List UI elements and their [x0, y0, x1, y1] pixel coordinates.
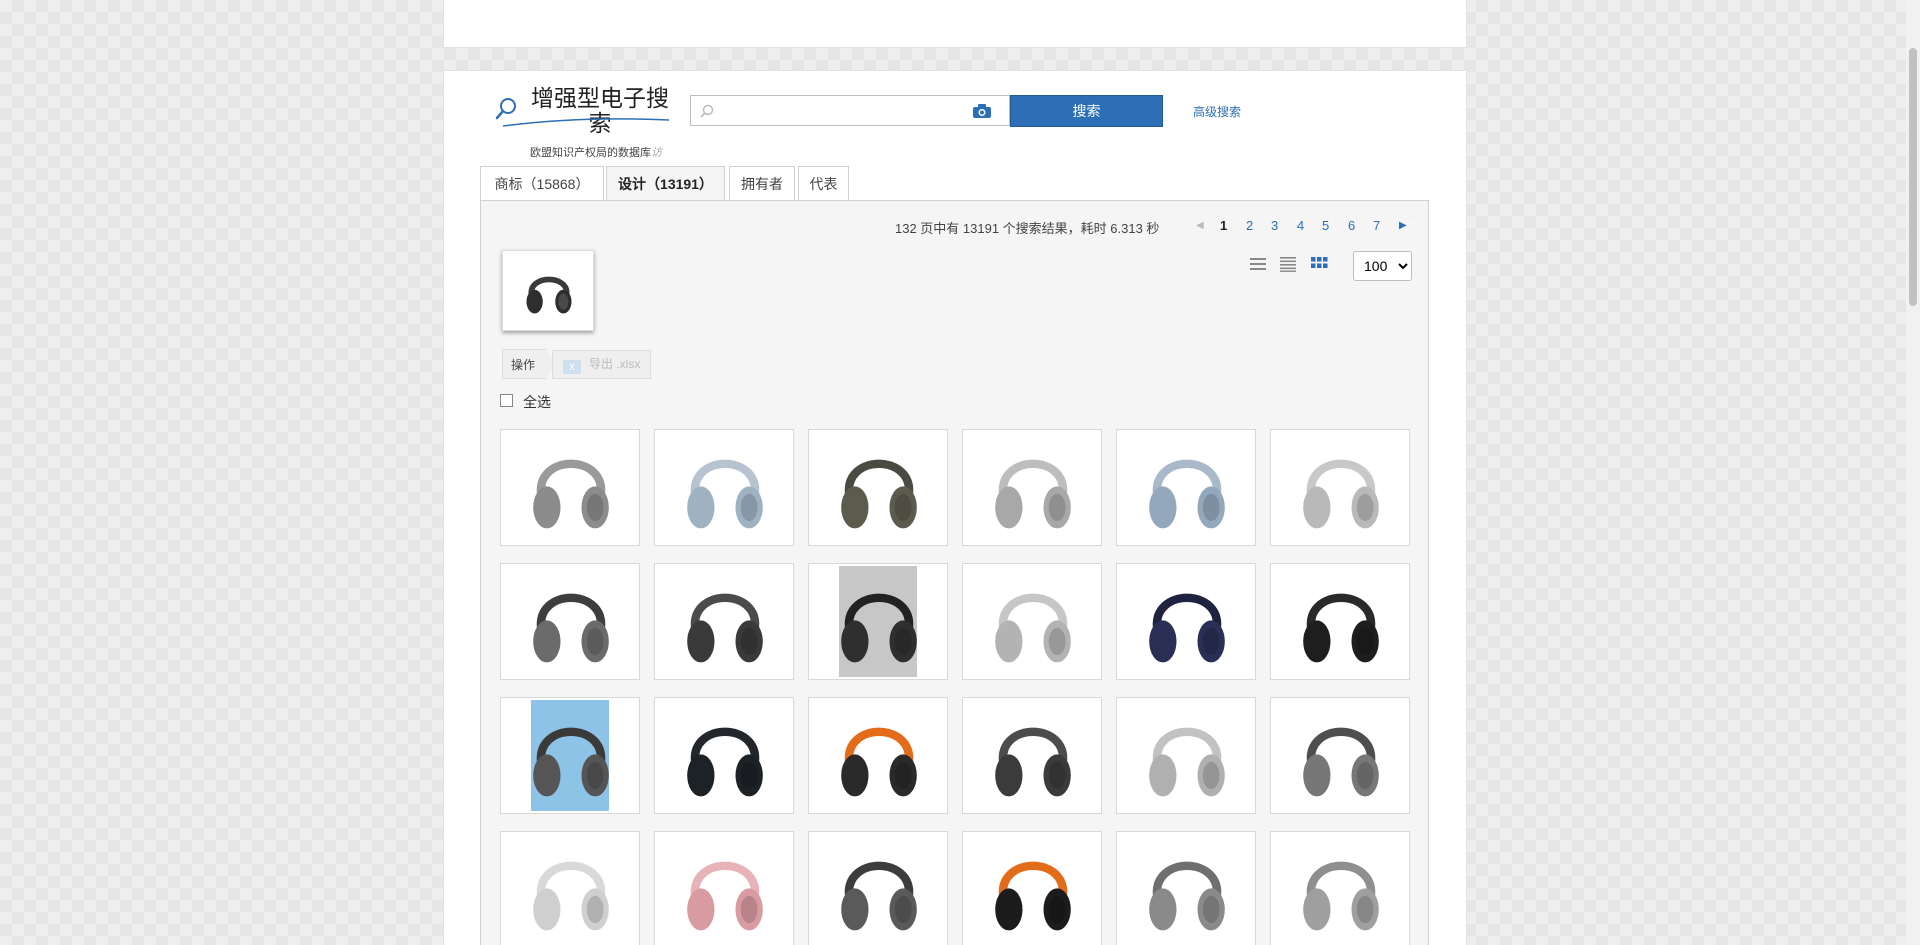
query-image-thumbnail[interactable] [502, 250, 594, 331]
result-thumbnail[interactable] [1116, 831, 1256, 945]
result-thumbnail[interactable] [962, 697, 1102, 814]
result-thumbnail[interactable] [654, 831, 794, 945]
select-all-checkbox[interactable] [500, 394, 513, 407]
scrollbar[interactable] [1906, 0, 1920, 945]
headphones-image [1149, 727, 1225, 797]
result-thumbnail[interactable] [654, 429, 794, 546]
result-thumbnail[interactable] [500, 563, 640, 680]
result-thumbnail[interactable] [808, 563, 948, 680]
headphones-image [533, 861, 609, 931]
results-grid [500, 429, 1410, 945]
page-link-2[interactable]: 2 [1246, 218, 1253, 233]
excel-icon: X [563, 360, 581, 374]
search-box[interactable] [690, 95, 1010, 126]
search-icon [700, 104, 714, 118]
headphones-image [995, 459, 1071, 529]
tab-trademarks[interactable]: 商标（15868） [480, 166, 604, 200]
search-button[interactable]: 搜索 [1010, 95, 1163, 127]
headphones-image [1303, 593, 1379, 663]
result-thumbnail[interactable] [500, 697, 640, 814]
headphones-image [995, 593, 1071, 663]
headphones-image [841, 459, 917, 529]
list-view-icon[interactable] [1249, 256, 1267, 272]
headphones-image [533, 727, 609, 797]
headphones-image [687, 861, 763, 931]
headphones-image [526, 276, 572, 314]
headphones-image [841, 861, 917, 931]
page-link-7[interactable]: 7 [1373, 218, 1380, 233]
headphones-image [1149, 593, 1225, 663]
pager-more-icon: ˙ [1412, 216, 1415, 226]
headphones-image [841, 593, 917, 663]
search-input[interactable] [721, 99, 961, 122]
esearch-logo[interactable]: 增强型电子搜索 欧盟知识产权局的数据库访 [495, 86, 675, 159]
result-thumbnail[interactable] [962, 831, 1102, 945]
headphones-image [1149, 861, 1225, 931]
result-thumbnail[interactable] [1270, 831, 1410, 945]
page-link-5[interactable]: 5 [1322, 218, 1329, 233]
header-card [443, 0, 1467, 48]
headphones-image [687, 459, 763, 529]
result-thumbnail[interactable] [1116, 563, 1256, 680]
logo-subtitle: 欧盟知识产权局的数据库访 [530, 147, 662, 159]
tab-owners[interactable]: 拥有者 [729, 166, 795, 200]
headphones-image [687, 727, 763, 797]
export-xlsx-button[interactable]: X 导出 .xlsx [552, 350, 651, 379]
tab-representatives[interactable]: 代表 [798, 166, 849, 200]
scrollbar-thumb[interactable] [1909, 48, 1917, 306]
next-page-icon[interactable]: ▶ [1399, 220, 1407, 231]
result-thumbnail[interactable] [500, 831, 640, 945]
grid-view-icon[interactable] [1310, 256, 1328, 272]
result-thumbnail[interactable] [1116, 429, 1256, 546]
headphones-image [533, 593, 609, 663]
page-link-3[interactable]: 3 [1271, 218, 1278, 233]
result-thumbnail[interactable] [654, 563, 794, 680]
result-thumbnail[interactable] [808, 697, 948, 814]
headphones-image [687, 593, 763, 663]
tab-designs[interactable]: 设计（13191） [606, 166, 725, 201]
result-thumbnail[interactable] [500, 429, 640, 546]
camera-icon[interactable] [972, 103, 992, 119]
advanced-search-link[interactable]: 高级搜索 [1193, 103, 1241, 120]
headphones-image [1303, 459, 1379, 529]
headphones-image [1149, 459, 1225, 529]
result-thumbnail[interactable] [1270, 697, 1410, 814]
headphones-image [1303, 861, 1379, 931]
result-thumbnail[interactable] [808, 831, 948, 945]
headphones-image [841, 727, 917, 797]
headphones-image [1303, 727, 1379, 797]
result-thumbnail[interactable] [1270, 563, 1410, 680]
logo-swoosh [502, 118, 670, 127]
actions-label: 操作 [502, 349, 554, 379]
result-thumbnail[interactable] [962, 429, 1102, 546]
result-thumbnail[interactable] [808, 429, 948, 546]
page-link-6[interactable]: 6 [1348, 218, 1355, 233]
results-summary: 132 页中有 13191 个搜索结果，耗时 6.313 秒 [895, 221, 1160, 236]
result-thumbnail[interactable] [654, 697, 794, 814]
select-all-label: 全选 [523, 394, 551, 410]
result-thumbnail[interactable] [962, 563, 1102, 680]
results-per-page-select[interactable]: 100 [1353, 251, 1412, 281]
compact-list-view-icon[interactable] [1279, 256, 1297, 272]
headphones-image [995, 861, 1071, 931]
page-link-4[interactable]: 4 [1297, 218, 1304, 233]
result-thumbnail[interactable] [1116, 697, 1256, 814]
prev-page-icon[interactable]: ◀ [1196, 220, 1204, 231]
headphones-image [533, 459, 609, 529]
headphones-image [995, 727, 1071, 797]
page-link-1[interactable]: 1 [1220, 218, 1227, 233]
result-thumbnail[interactable] [1270, 429, 1410, 546]
